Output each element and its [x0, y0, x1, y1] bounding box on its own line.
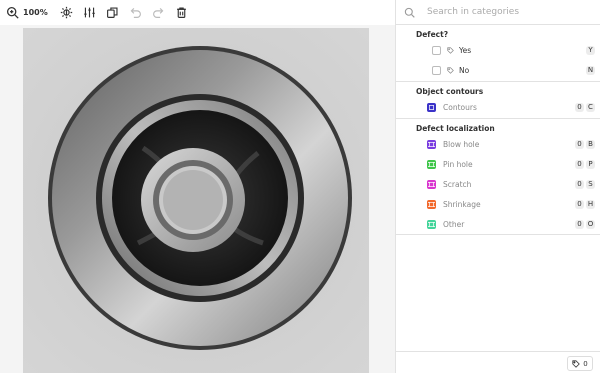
search-bar [396, 0, 600, 25]
brightness-icon [60, 6, 73, 19]
copy-icon [106, 6, 119, 19]
class-label: Contours [443, 102, 477, 112]
zoom-control[interactable]: 100% [6, 3, 48, 23]
class-shrinkage[interactable]: Shrinkage 0 H [396, 194, 600, 214]
shortcut-key: H [586, 199, 595, 209]
categories-panel: Defect? Yes Y No N Object contours Conto… [395, 0, 600, 373]
class-other[interactable]: Other 0 O [396, 214, 600, 234]
class-pin-hole[interactable]: Pin hole 0 P [396, 154, 600, 174]
undo-icon [129, 6, 142, 19]
brightness-button[interactable] [60, 3, 73, 23]
option-label: No [459, 65, 470, 75]
bounding-box-icon [427, 219, 436, 229]
shortcut-key: Y [586, 45, 595, 55]
no-checkbox[interactable] [432, 65, 441, 75]
shortcut-key: N [586, 65, 595, 75]
adjustments-button[interactable] [83, 3, 96, 23]
class-label: Other [443, 219, 465, 229]
shortcut-key: S [586, 179, 595, 189]
image-canvas[interactable] [0, 25, 395, 373]
copy-button[interactable] [106, 3, 119, 23]
option-yes[interactable]: Yes Y [396, 40, 600, 60]
search-input[interactable] [427, 7, 587, 17]
redo-button[interactable] [152, 3, 165, 23]
tag-icon [447, 66, 454, 74]
class-label: Blow hole [443, 139, 480, 149]
annotation-count: 0 [575, 159, 584, 169]
shortcut-key: C [586, 102, 595, 112]
delete-button[interactable] [175, 3, 188, 23]
redo-icon [152, 6, 165, 19]
option-label: Yes [459, 45, 472, 55]
undo-button[interactable] [129, 3, 142, 23]
panel-footer: 0 [396, 351, 600, 373]
tag-count: 0 [583, 359, 588, 368]
class-label: Shrinkage [443, 199, 481, 209]
bounding-box-icon [427, 199, 436, 209]
option-no[interactable]: No N [396, 60, 600, 80]
annotation-count: 0 [575, 102, 584, 112]
bounding-box-icon [427, 139, 436, 149]
shortcut-key: O [586, 219, 595, 229]
group-defect-localization: Defect localization Blow hole 0 B Pin ho… [396, 119, 600, 235]
class-contours[interactable]: Contours 0 C [396, 97, 600, 117]
trash-icon [175, 6, 188, 19]
bounding-box-icon [427, 179, 436, 189]
shortcut-key: B [586, 139, 595, 149]
toolbar: 100% [0, 0, 395, 25]
group-object-contours: Object contours Contours 0 C [396, 82, 600, 119]
search-icon [404, 7, 415, 18]
sliders-icon [83, 6, 96, 19]
group-title-localization: Defect localization [416, 124, 495, 133]
class-label: Scratch [443, 179, 472, 189]
shortcut-key: P [586, 159, 595, 169]
group-defect: Defect? Yes Y No N [396, 25, 600, 82]
bounding-box-icon [427, 159, 436, 169]
polygon-icon [427, 102, 436, 112]
tag-icon [572, 359, 583, 368]
annotation-count: 0 [575, 219, 584, 229]
group-title-defect: Defect? [416, 30, 449, 39]
tag-icon [447, 46, 454, 54]
class-label: Pin hole [443, 159, 473, 169]
tags-button[interactable]: 0 [567, 356, 593, 371]
casting-image[interactable] [23, 28, 369, 373]
annotation-count: 0 [575, 139, 584, 149]
class-blow-hole[interactable]: Blow hole 0 B [396, 134, 600, 154]
annotation-count: 0 [575, 179, 584, 189]
zoom-value: 100% [23, 8, 48, 17]
zoom-in-icon [6, 6, 19, 19]
group-title-contours: Object contours [416, 87, 484, 96]
annotation-count: 0 [575, 199, 584, 209]
class-scratch[interactable]: Scratch 0 S [396, 174, 600, 194]
yes-checkbox[interactable] [432, 45, 441, 55]
